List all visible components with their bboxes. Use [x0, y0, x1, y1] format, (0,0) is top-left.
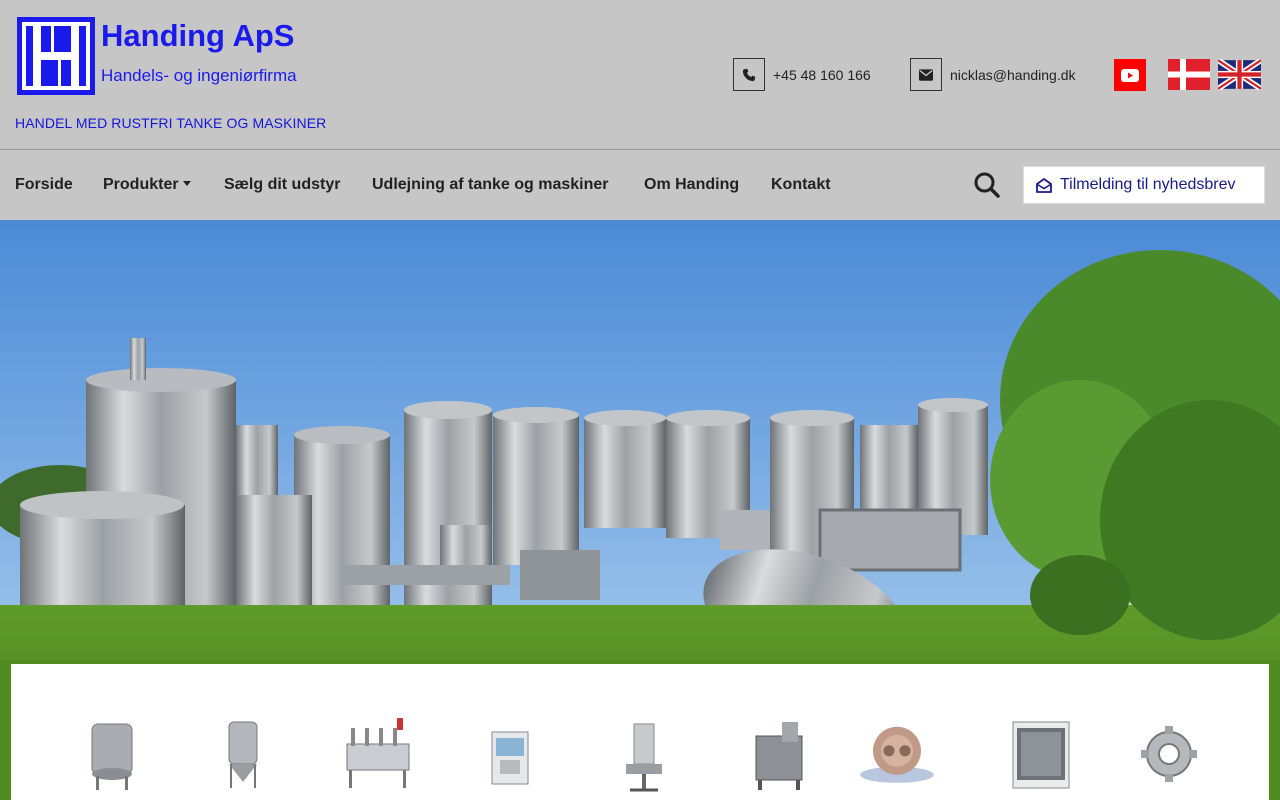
main-navigation: Forside Produkter Sælg dit udstyr Udlejn…: [0, 150, 1280, 220]
envelope-icon: [910, 58, 942, 91]
nav-item-om-handing[interactable]: Om Handing: [644, 176, 739, 194]
gear-icon[interactable]: [1129, 714, 1209, 794]
phone-icon: [733, 58, 765, 91]
phone-number: +45 48 160 166: [773, 66, 871, 83]
danish-flag-icon[interactable]: [1168, 59, 1210, 90]
brand-title: Handing ApS: [101, 18, 295, 53]
nav-item-udlejning[interactable]: Udlejning af tanke og maskiner: [372, 176, 609, 194]
nav-item-saelg-dit-udstyr[interactable]: Sælg dit udstyr: [224, 176, 340, 194]
chevron-down-icon: [182, 181, 191, 186]
brand-subtitle: Handels- og ingeniørfirma: [101, 66, 297, 85]
newsletter-button[interactable]: Tilmelding til nyhedsbrev: [1023, 166, 1265, 204]
nav-item-forside[interactable]: Forside: [15, 176, 73, 194]
site-header: Handing ApS Handels- og ingeniørfirma HA…: [0, 0, 1280, 150]
filling-machine-icon[interactable]: [470, 714, 550, 794]
stainless-tank-icon[interactable]: [72, 714, 152, 794]
product-category-strip: [11, 664, 1269, 800]
nav-item-label: Produkter: [103, 176, 179, 193]
nav-item-label: Forside: [15, 176, 73, 193]
nav-item-label: Udlejning af tanke og maskiner: [372, 176, 609, 193]
phone-contact[interactable]: +45 48 160 166: [733, 58, 871, 91]
envelope-open-icon: [1036, 177, 1052, 193]
english-flag-icon[interactable]: [1218, 59, 1261, 90]
search-icon[interactable]: [972, 170, 1002, 200]
logo-mark-icon: [17, 17, 95, 95]
tagline: HANDEL MED RUSTFRI TANKE OG MASKINER: [15, 115, 327, 131]
nav-item-label: Sælg dit udstyr: [224, 176, 341, 193]
logo[interactable]: Handing ApS Handels- og ingeniørfirma: [15, 16, 300, 98]
filling-line-icon[interactable]: [337, 714, 417, 794]
newsletter-label: Tilmelding til nyhedsbrev: [1060, 176, 1236, 193]
nav-item-label: Om Handing: [644, 176, 740, 193]
lobe-pump-icon[interactable]: [857, 714, 937, 794]
email-address: nicklas@handing.dk: [950, 66, 1076, 83]
nav-item-kontakt[interactable]: Kontakt: [771, 176, 831, 194]
youtube-icon[interactable]: [1114, 59, 1146, 91]
conical-tank-icon[interactable]: [203, 714, 283, 794]
mixer-icon[interactable]: [738, 714, 818, 794]
nav-item-label: Kontakt: [771, 176, 831, 193]
oven-icon[interactable]: [999, 714, 1079, 794]
email-contact[interactable]: nicklas@handing.dk: [910, 58, 1076, 91]
nav-item-produkter[interactable]: Produkter: [103, 176, 191, 194]
capping-machine-icon[interactable]: [604, 714, 684, 794]
